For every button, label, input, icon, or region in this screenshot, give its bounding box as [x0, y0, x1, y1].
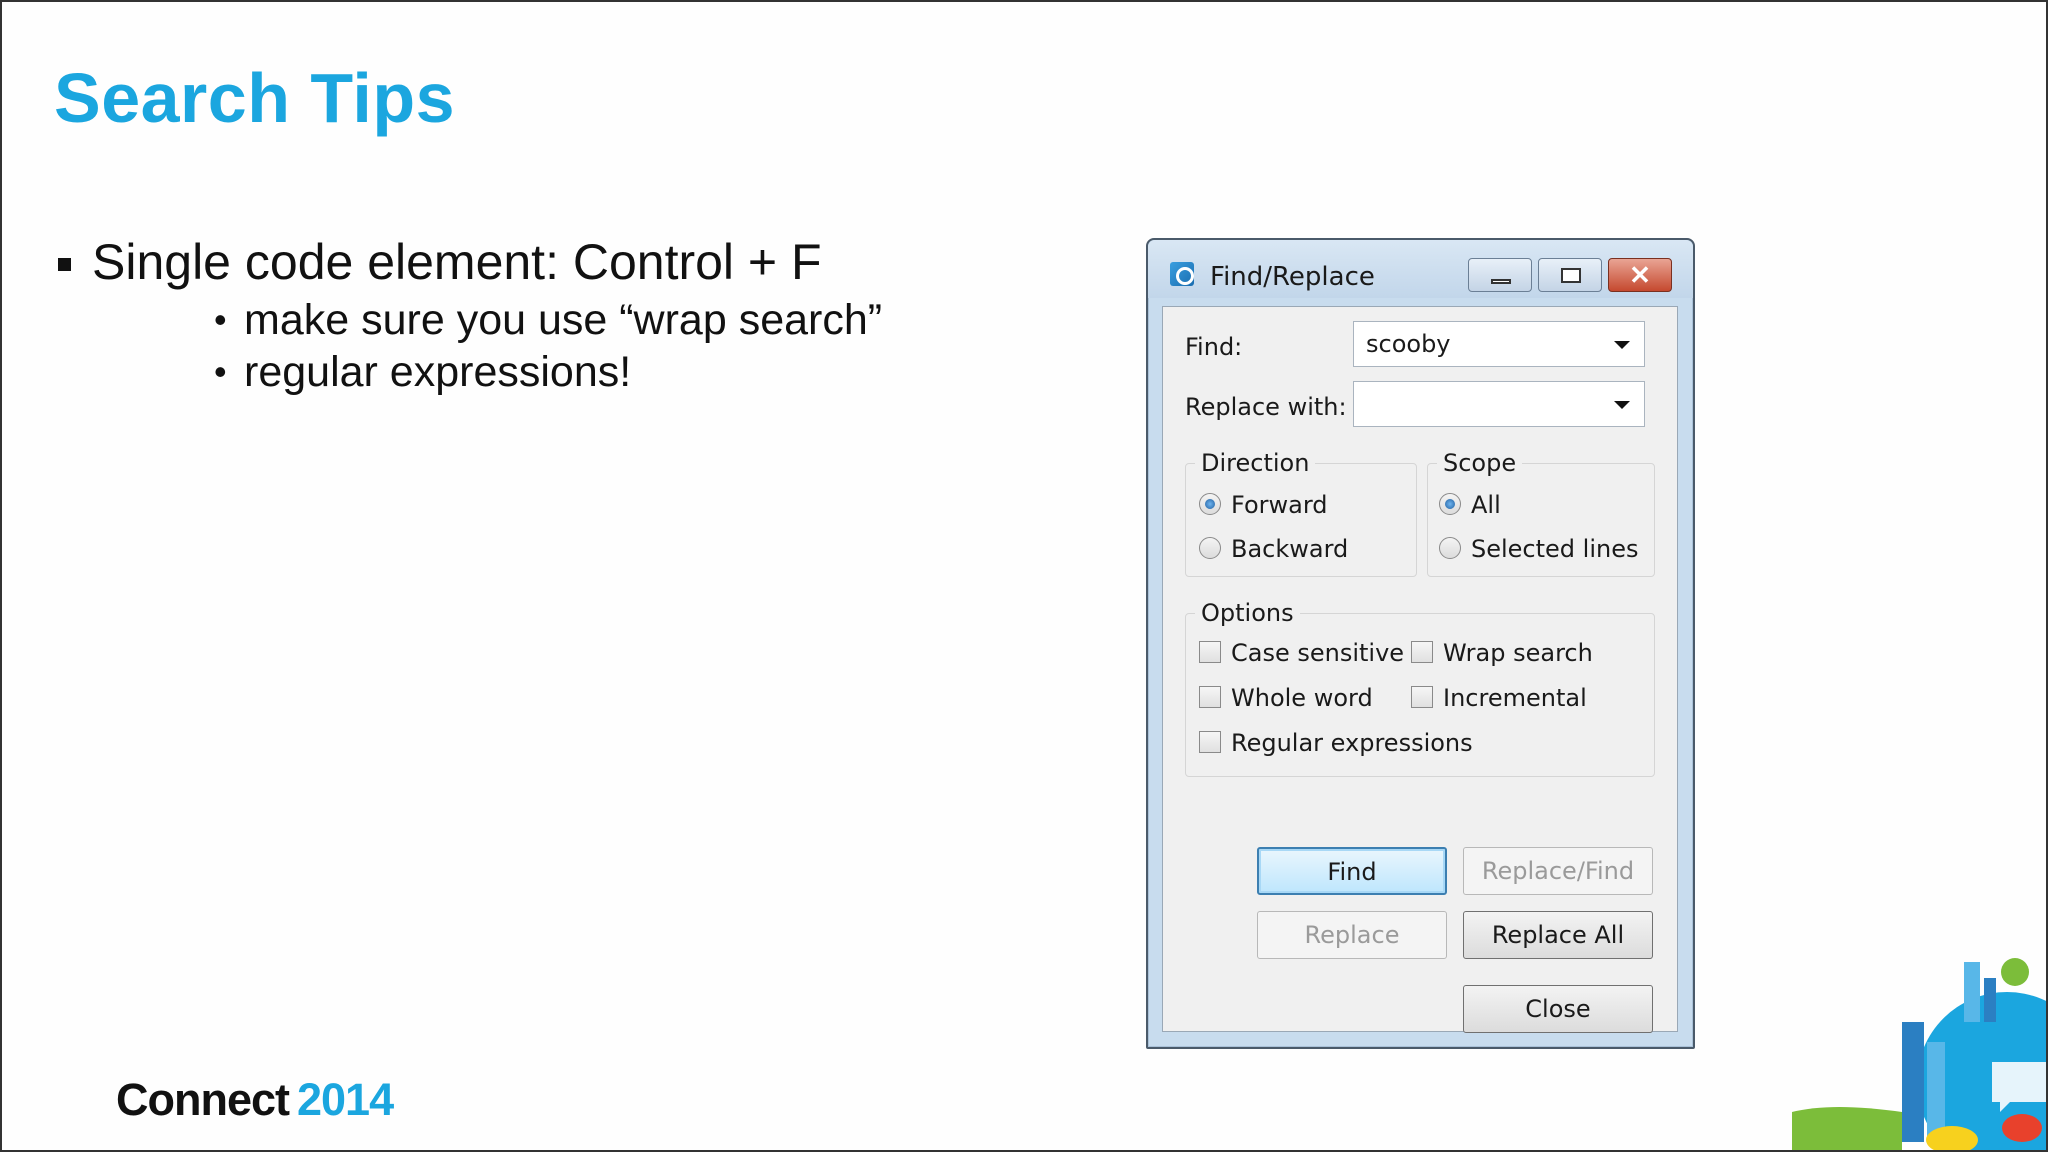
- replace-find-button[interactable]: Replace/Find: [1463, 847, 1653, 895]
- find-replace-dialog: Find/Replace ✕ Find: scooby Replace with…: [1146, 238, 1695, 1049]
- direction-group-title: Direction: [1195, 449, 1316, 477]
- case-sensitive-label[interactable]: Case sensitive: [1231, 639, 1404, 667]
- scope-group-title: Scope: [1437, 449, 1523, 477]
- options-group-title: Options: [1195, 599, 1300, 627]
- dialog-title: Find/Replace: [1210, 262, 1375, 292]
- bullet-main: Single code element: Control + F: [58, 230, 882, 294]
- forward-label[interactable]: Forward: [1231, 491, 1328, 519]
- close-window-button[interactable]: ✕: [1608, 258, 1672, 292]
- case-sensitive-checkbox[interactable]: [1199, 641, 1221, 663]
- backward-label[interactable]: Backward: [1231, 535, 1348, 563]
- bullet-main-text: Single code element: Control + F: [92, 234, 822, 290]
- square-bullet-icon: [58, 258, 71, 271]
- dot-bullet-icon: •: [214, 351, 227, 392]
- find-combobox[interactable]: scooby: [1353, 321, 1645, 367]
- maximize-button[interactable]: [1538, 258, 1602, 292]
- backward-radio[interactable]: [1199, 537, 1221, 559]
- close-button[interactable]: Close: [1463, 985, 1653, 1033]
- chevron-down-icon[interactable]: [1614, 401, 1630, 409]
- replace-combobox[interactable]: [1353, 381, 1645, 427]
- wrap-search-label[interactable]: Wrap search: [1443, 639, 1593, 667]
- whole-word-checkbox[interactable]: [1199, 686, 1221, 708]
- slide: Search Tips Single code element: Control…: [0, 0, 2048, 1152]
- forward-radio[interactable]: [1199, 493, 1221, 515]
- bullet-sub-2-text: regular expressions!: [244, 348, 632, 396]
- slide-title: Search Tips: [54, 59, 456, 137]
- bullet-sub-1: • make sure you use “wrap search”: [214, 294, 883, 346]
- logo-year: 2014: [297, 1074, 394, 1125]
- bullet-list: Single code element: Control + F • make …: [58, 230, 882, 398]
- whole-word-label[interactable]: Whole word: [1231, 684, 1373, 712]
- incremental-checkbox[interactable]: [1411, 686, 1433, 708]
- find-label: Find:: [1185, 333, 1243, 361]
- replace-all-button[interactable]: Replace All: [1463, 911, 1653, 959]
- regex-checkbox[interactable]: [1199, 731, 1221, 753]
- dialog-titlebar[interactable]: Find/Replace ✕: [1148, 240, 1693, 298]
- replace-button[interactable]: Replace: [1257, 911, 1447, 959]
- incremental-label[interactable]: Incremental: [1443, 684, 1587, 712]
- dialog-body: Find: scooby Replace with: Direction For…: [1162, 306, 1678, 1033]
- connect-2014-logo: Connect 2014: [116, 1074, 394, 1126]
- bullet-sub-1-text: make sure you use “wrap search”: [244, 296, 883, 344]
- find-button[interactable]: Find: [1257, 847, 1447, 895]
- bullet-sub-2: • regular expressions!: [214, 346, 882, 398]
- minimize-button[interactable]: [1468, 258, 1532, 292]
- wrap-search-checkbox[interactable]: [1411, 641, 1433, 663]
- regex-label[interactable]: Regular expressions: [1231, 729, 1473, 757]
- city-globe-decoration: [1792, 958, 2046, 1150]
- restore-icon: [1561, 268, 1581, 283]
- logo-word: Connect: [116, 1074, 290, 1125]
- selected-lines-label[interactable]: Selected lines: [1471, 535, 1638, 563]
- scope-all-label[interactable]: All: [1471, 491, 1501, 519]
- selected-lines-radio[interactable]: [1439, 537, 1461, 559]
- find-replace-icon: [1170, 262, 1194, 286]
- minimize-icon: [1491, 279, 1511, 284]
- replace-with-label: Replace with:: [1185, 393, 1347, 421]
- dot-bullet-icon: •: [214, 299, 227, 340]
- chevron-down-icon[interactable]: [1614, 341, 1630, 349]
- find-input[interactable]: scooby: [1366, 330, 1451, 358]
- scope-all-radio[interactable]: [1439, 493, 1461, 515]
- close-icon: ✕: [1629, 260, 1651, 290]
